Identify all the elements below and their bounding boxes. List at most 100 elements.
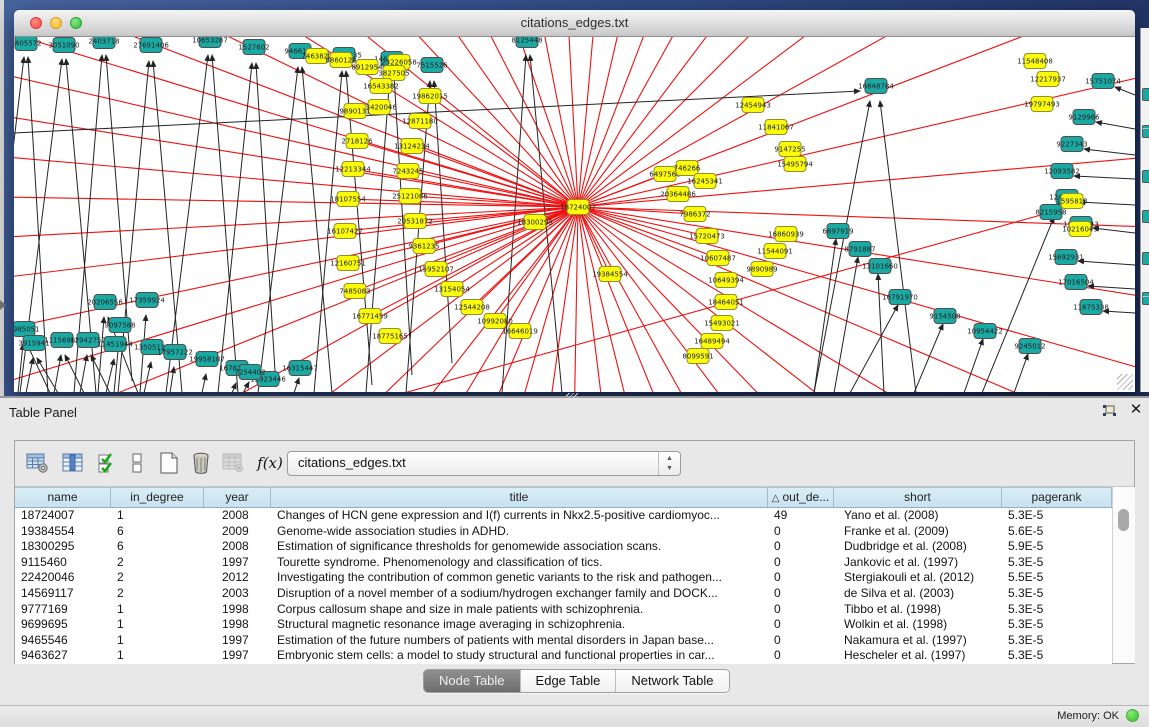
graph-node[interactable]: 16489494 bbox=[694, 334, 730, 349]
graph-node[interactable]: 3051090 bbox=[48, 38, 79, 53]
graph-edge[interactable] bbox=[578, 37, 870, 207]
graph-node[interactable]: 27691406 bbox=[133, 38, 169, 53]
window-resize-grip[interactable] bbox=[1117, 374, 1133, 390]
clear-selection-icon[interactable] bbox=[123, 449, 151, 477]
graph-edge[interactable] bbox=[880, 101, 916, 392]
table-row[interactable]: 1830029562008Estimation of significance … bbox=[15, 539, 1112, 555]
graph-edge[interactable] bbox=[232, 383, 236, 392]
tab-network-table[interactable]: Network Table bbox=[616, 670, 728, 692]
graph-node[interactable]: 20206556 bbox=[87, 295, 123, 310]
graph-edge[interactable] bbox=[452, 207, 578, 289]
table-row[interactable]: 1872400712008Changes of HCN gene express… bbox=[15, 508, 1112, 524]
graph-edge[interactable] bbox=[144, 362, 151, 392]
graph-node[interactable]: 11841067 bbox=[758, 120, 794, 135]
column-header-year[interactable]: year bbox=[204, 487, 271, 507]
graph-node[interactable]: 19797493 bbox=[1024, 97, 1060, 112]
graph-node[interactable]: 11544091 bbox=[757, 244, 793, 259]
graph-node[interactable]: 12213344 bbox=[335, 162, 371, 177]
delete-column-icon[interactable] bbox=[187, 449, 215, 477]
graph-node[interactable]: 7515526 bbox=[416, 58, 448, 73]
graph-node[interactable]: 16107427 bbox=[327, 224, 363, 239]
graph-edge[interactable] bbox=[366, 75, 390, 392]
graph-edge[interactable] bbox=[218, 63, 252, 392]
graph-edge[interactable] bbox=[353, 169, 578, 207]
graph-node[interactable]: 7254402 bbox=[234, 365, 265, 380]
column-header-title[interactable]: title bbox=[271, 487, 768, 507]
graph-node[interactable]: 10653287 bbox=[192, 37, 228, 48]
new-column-icon[interactable] bbox=[155, 449, 183, 477]
graph-edge[interactable] bbox=[166, 55, 208, 392]
graph-node[interactable]: 8125448 bbox=[511, 37, 542, 48]
graph-edge[interactable] bbox=[578, 207, 1135, 392]
graph-node[interactable]: 18464051 bbox=[708, 295, 744, 310]
column-header-pagerank[interactable]: pagerank bbox=[1002, 487, 1112, 507]
graph-node[interactable]: 8099591 bbox=[682, 349, 713, 364]
table-row[interactable]: 977716911998Corpus callosum shape and si… bbox=[15, 602, 1112, 618]
graph-edge[interactable] bbox=[98, 317, 104, 392]
table-row[interactable]: 2242004622012Investigating the contribut… bbox=[15, 570, 1112, 586]
graph-node[interactable]: 2403718 bbox=[88, 37, 119, 49]
graph-edge[interactable] bbox=[982, 217, 1054, 392]
graph-node[interactable]: 9227343 bbox=[1056, 137, 1087, 152]
graph-node[interactable]: 16646019 bbox=[502, 324, 538, 339]
graph-node[interactable]: 9890131 bbox=[339, 104, 370, 119]
graph-edge[interactable] bbox=[578, 207, 1135, 392]
graph-node[interactable]: 9361235 bbox=[408, 239, 439, 254]
graph-node[interactable]: 12454943 bbox=[735, 98, 771, 113]
graph-node[interactable]: 19862015 bbox=[412, 89, 448, 104]
select-rows-icon[interactable] bbox=[93, 449, 121, 477]
graph-node[interactable]: 1985051 bbox=[14, 322, 40, 337]
graph-node[interactable]: 9097588 bbox=[104, 318, 135, 333]
table-row[interactable]: 1456911722003Disruption of a novel membe… bbox=[15, 586, 1112, 602]
graph-node[interactable]: 11548408 bbox=[1017, 54, 1053, 69]
graph-edge[interactable] bbox=[578, 37, 1044, 207]
graph-node[interactable]: 10954422 bbox=[967, 324, 1003, 339]
table-selector-dropdown[interactable]: citations_edges.txt ▲▼ bbox=[287, 451, 681, 476]
network-view-window[interactable]: citations_edges.txt 24055723051090240371… bbox=[14, 10, 1135, 392]
graph-edge[interactable] bbox=[1084, 149, 1135, 155]
graph-node[interactable]: 6897919 bbox=[822, 224, 853, 239]
graph-node[interactable]: 2405572 bbox=[14, 37, 42, 51]
graph-edge[interactable] bbox=[1115, 87, 1135, 95]
graph-edge[interactable] bbox=[578, 207, 1135, 392]
graph-node[interactable]: 15493021 bbox=[704, 316, 740, 331]
graph-node[interactable]: 13101660 bbox=[862, 259, 898, 274]
graph-edge[interactable] bbox=[1093, 228, 1135, 233]
delete-table-icon[interactable] bbox=[219, 449, 247, 477]
graph-edge[interactable] bbox=[578, 207, 1135, 392]
graph-edge[interactable] bbox=[1014, 354, 1028, 392]
graph-edge[interactable] bbox=[18, 344, 23, 392]
graph-edge[interactable] bbox=[80, 355, 87, 392]
graph-node[interactable]: 16648784 bbox=[858, 79, 894, 94]
graph-edge[interactable] bbox=[54, 355, 61, 392]
graph-node[interactable]: 9154508 bbox=[929, 309, 960, 324]
graph-edge[interactable] bbox=[850, 305, 898, 392]
scrollbar-thumb[interactable] bbox=[1118, 509, 1129, 531]
close-icon[interactable]: ✕ bbox=[1127, 401, 1145, 419]
network-canvas[interactable]: 2405572 3051090 2403718 27691406 10653287 152… bbox=[14, 37, 1135, 392]
graph-edge[interactable] bbox=[578, 207, 1135, 392]
graph-edge[interactable] bbox=[1096, 122, 1135, 129]
graph-node[interactable]: 15751074 bbox=[1085, 74, 1121, 89]
graph-node[interactable]: 1527602 bbox=[238, 40, 269, 55]
graph-node[interactable]: 12217937 bbox=[1030, 72, 1066, 87]
table-settings-icon[interactable] bbox=[23, 449, 51, 477]
graph-node[interactable]: 16771459 bbox=[352, 309, 388, 324]
tab-edge-table[interactable]: Edge Table bbox=[521, 670, 617, 692]
graph-node[interactable]: 9129966 bbox=[1068, 110, 1100, 125]
vertical-scrollbar[interactable] bbox=[1112, 487, 1135, 663]
graph-node[interactable]: 15495794 bbox=[777, 157, 813, 172]
graph-node[interactable]: 10607487 bbox=[700, 251, 736, 266]
graph-node[interactable]: 12160751 bbox=[330, 256, 366, 271]
tab-node-table[interactable]: Node Table bbox=[424, 670, 521, 692]
function-builder-icon[interactable]: f(x) bbox=[253, 449, 287, 477]
graph-edge[interactable] bbox=[964, 339, 983, 392]
graph-node[interactable]: 9245012 bbox=[1014, 339, 1045, 354]
table-row[interactable]: 911546021997Tourette syndrome. Phenomeno… bbox=[15, 555, 1112, 571]
graph-node[interactable]: 9147255 bbox=[774, 142, 805, 157]
graph-edge[interactable] bbox=[14, 94, 578, 207]
graph-node[interactable]: 11675338 bbox=[1073, 300, 1109, 315]
graph-node[interactable]: 7485083 bbox=[339, 284, 370, 299]
graph-node[interactable]: 16315447 bbox=[282, 361, 318, 376]
graph-node[interactable]: 2718126 bbox=[341, 134, 373, 149]
